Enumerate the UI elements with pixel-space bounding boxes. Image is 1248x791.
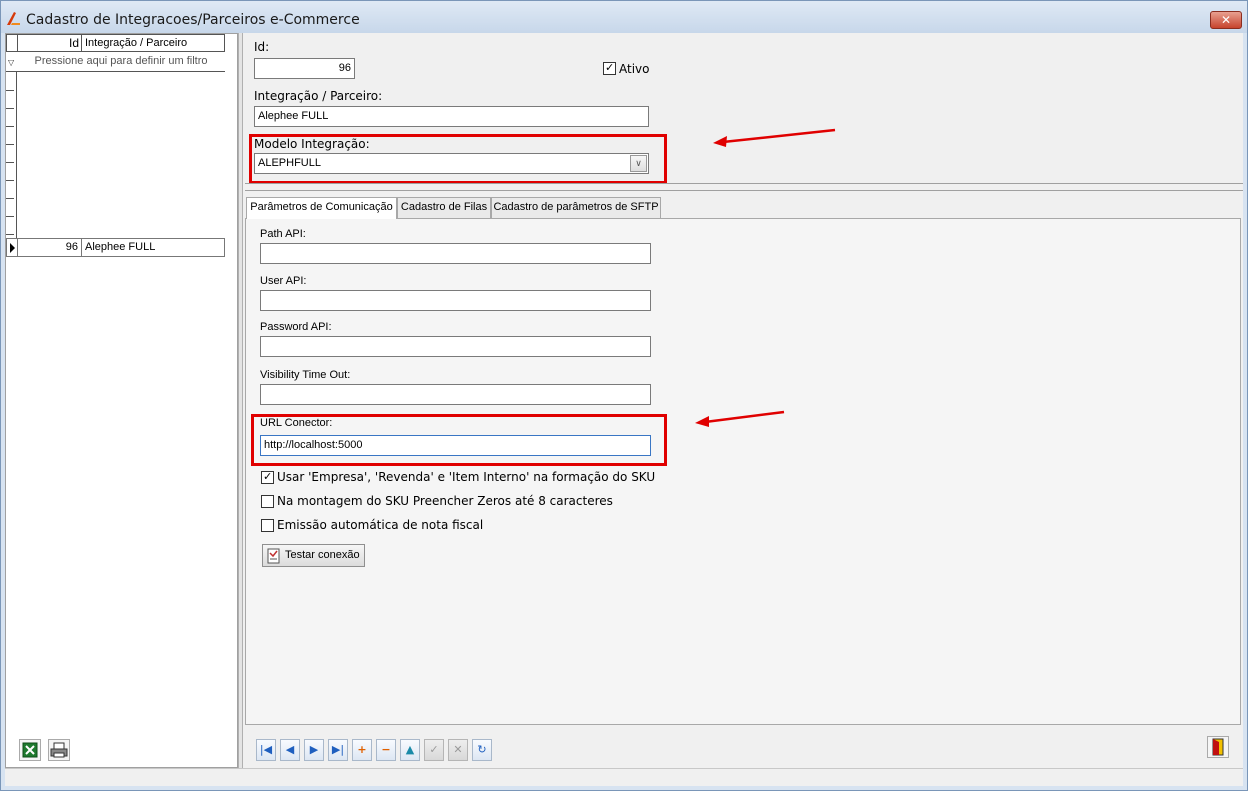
checkmark-icon: ✓ xyxy=(605,61,615,74)
last-record-icon: ▶| xyxy=(331,743,345,756)
user-api-field[interactable] xyxy=(260,290,651,311)
cancel-icon: ✕ xyxy=(453,743,463,756)
row-indicator xyxy=(7,239,18,256)
tab-cadastro-filas[interactable]: Cadastro de Filas xyxy=(397,197,491,218)
cancel-record-button[interactable]: ✕ xyxy=(448,739,468,761)
filter-icon: ▽ xyxy=(8,58,15,67)
refresh-button[interactable]: ↻ xyxy=(472,739,492,761)
previous-record-icon: ◀ xyxy=(285,743,295,756)
status-bar xyxy=(5,768,1243,786)
tab-parametros-comunicacao[interactable]: Parâmetros de Comunicação xyxy=(246,197,397,219)
ativo-label: Ativo xyxy=(619,62,650,76)
client-area: Id Integração / Parceiro ▽ Pressione aqu… xyxy=(5,33,1243,786)
partner-label: Integração / Parceiro: xyxy=(254,89,383,103)
close-window-button[interactable]: ✕ xyxy=(1210,11,1242,29)
delete-icon: − xyxy=(381,743,391,756)
tab-parametros-sftp[interactable]: Cadastro de parâmetros de SFTP xyxy=(491,197,661,218)
visibility-timeout-field[interactable] xyxy=(260,384,651,405)
column-header-id[interactable]: Id xyxy=(18,35,82,51)
post-record-button[interactable]: ✓ xyxy=(424,739,444,761)
grid-tick xyxy=(6,144,14,145)
row-name-cell[interactable]: Alephee FULL xyxy=(85,239,155,256)
option-sku-label: Usar 'Empresa', 'Revenda' e 'Item Intern… xyxy=(277,470,656,484)
delete-record-button[interactable]: − xyxy=(376,739,396,761)
option-sku-checkbox[interactable]: ✓ xyxy=(261,470,274,484)
app-window: Cadastro de Integracoes/Parceiros e-Comm… xyxy=(0,0,1248,791)
user-api-label: User API: xyxy=(260,275,307,287)
grid-tick xyxy=(6,108,14,109)
password-api-field[interactable] xyxy=(260,336,651,357)
table-row[interactable]: 96 Alephee FULL xyxy=(6,238,225,257)
test-connection-button[interactable]: Testar conexão xyxy=(262,544,365,567)
first-record-button[interactable]: |◀ xyxy=(256,739,276,761)
print-icon xyxy=(50,742,68,758)
id-label: Id: xyxy=(254,40,270,54)
print-button[interactable] xyxy=(48,739,70,761)
id-field[interactable]: 96 xyxy=(254,58,355,79)
edit-icon: ▲ xyxy=(405,743,415,756)
post-icon: ✓ xyxy=(429,743,439,756)
panel-splitter[interactable] xyxy=(238,33,243,768)
option-nota-fiscal-checkbox[interactable] xyxy=(261,519,274,532)
excel-export-icon xyxy=(22,742,38,758)
exit-button[interactable] xyxy=(1207,736,1229,758)
red-arrow-icon xyxy=(695,410,785,427)
export-excel-button[interactable] xyxy=(19,739,41,761)
title-bar[interactable]: Cadastro de Integracoes/Parceiros e-Comm… xyxy=(1,1,1247,33)
last-record-button[interactable]: ▶| xyxy=(328,739,348,761)
grid-tick xyxy=(6,180,14,181)
grid-indicator-column xyxy=(6,72,17,238)
separator-line xyxy=(245,190,1243,191)
insert-record-button[interactable]: + xyxy=(352,739,372,761)
refresh-icon: ↻ xyxy=(477,743,487,756)
app-logo-icon xyxy=(7,12,20,25)
highlight-box-model xyxy=(249,134,667,184)
option-zeros-label: Na montagem do SKU Preencher Zeros até 8… xyxy=(277,494,613,508)
filter-hint: Pressione aqui para definir um filtro xyxy=(34,55,208,67)
grid-tick xyxy=(6,216,14,217)
highlight-box-url xyxy=(251,414,667,466)
first-record-icon: |◀ xyxy=(259,743,273,756)
password-api-label: Password API: xyxy=(260,321,332,333)
partner-field[interactable]: Alephee FULL xyxy=(254,106,649,127)
red-arrow-icon xyxy=(713,128,836,147)
visibility-timeout-label: Visibility Time Out: xyxy=(260,369,351,381)
grid-tick xyxy=(6,198,14,199)
next-record-button[interactable]: ▶ xyxy=(304,739,324,761)
previous-record-button[interactable]: ◀ xyxy=(280,739,300,761)
insert-icon: + xyxy=(357,743,367,756)
current-row-arrow-icon xyxy=(10,243,15,253)
exit-door-icon xyxy=(1212,738,1224,756)
grid-tick xyxy=(6,126,14,127)
records-grid: Id Integração / Parceiro ▽ Pressione aqu… xyxy=(5,33,238,768)
filter-row[interactable]: ▽ Pressione aqui para definir um filtro xyxy=(6,52,225,72)
row-id-cell[interactable]: 96 xyxy=(18,239,82,256)
checkmark-icon: ✓ xyxy=(263,470,273,483)
ativo-checkbox[interactable]: ✓ xyxy=(603,61,616,75)
column-header-name[interactable]: Integração / Parceiro xyxy=(84,35,187,51)
grid-indicator-header xyxy=(7,35,18,51)
option-nota-fiscal-label: Emissão automática de nota fiscal xyxy=(277,518,484,532)
test-connection-label: Testar conexão xyxy=(285,549,360,561)
grid-tick xyxy=(6,234,14,235)
edit-record-button[interactable]: ▲ xyxy=(400,739,420,761)
path-api-label: Path API: xyxy=(260,228,306,240)
checklist-icon xyxy=(267,548,280,564)
next-record-icon: ▶ xyxy=(309,743,319,756)
separator-line xyxy=(245,183,1243,184)
option-zeros-checkbox[interactable] xyxy=(261,495,274,508)
grid-tick xyxy=(6,162,14,163)
grid-tick xyxy=(6,90,14,91)
window-title: Cadastro de Integracoes/Parceiros e-Comm… xyxy=(26,12,360,28)
path-api-field[interactable] xyxy=(260,243,651,264)
grid-header: Id Integração / Parceiro xyxy=(6,34,225,52)
